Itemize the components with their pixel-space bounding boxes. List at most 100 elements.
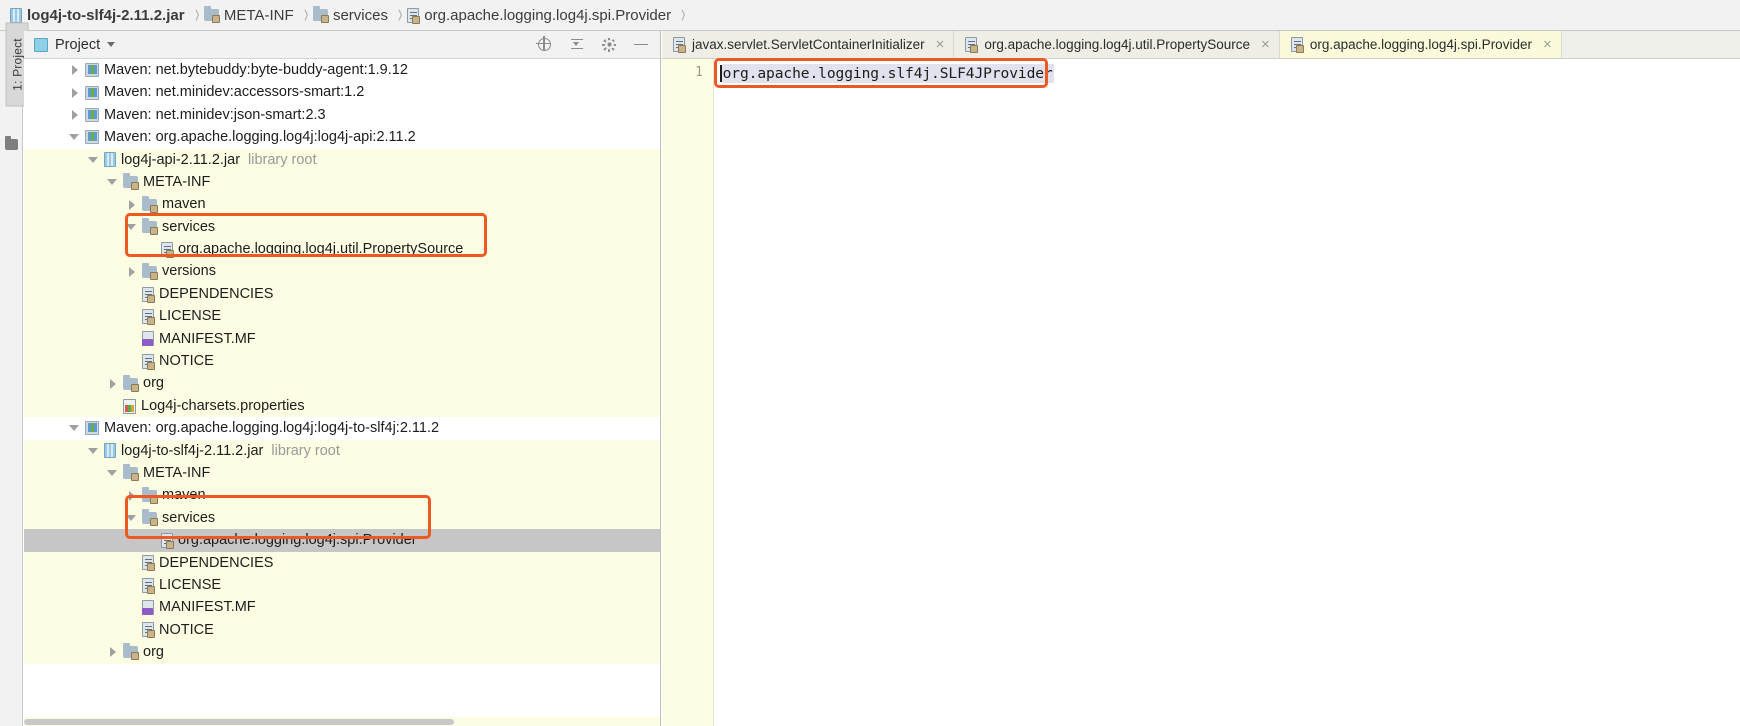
tree-row[interactable]: LICENSE [24, 573, 660, 597]
tree-row[interactable]: maven [24, 484, 660, 507]
tree-row[interactable]: maven [24, 193, 660, 216]
tree-row[interactable]: Log4j-charsets.properties [24, 394, 660, 418]
tree-row[interactable]: META-INF [24, 170, 660, 194]
tree-row[interactable]: org [24, 641, 660, 664]
chevron-right-icon[interactable] [107, 378, 119, 390]
toggle-spacer [126, 355, 138, 367]
folder-icon [142, 262, 158, 280]
tree-row-label: versions [162, 263, 216, 280]
chevron-down-icon[interactable] [88, 445, 100, 457]
tree-row-label: META-INF [143, 173, 211, 190]
chevron-down-icon[interactable] [107, 467, 119, 479]
tree-row-label: Maven: org.apache.logging.log4j:log4j-ap… [104, 129, 416, 146]
tree-row-label: LICENSE [159, 576, 222, 593]
folder-icon [142, 486, 158, 504]
tree-row[interactable]: Maven: net.bytebuddy:byte-buddy-agent:1.… [24, 59, 660, 82]
chevron-right-icon[interactable] [126, 490, 138, 502]
tree-row[interactable]: MANIFEST.MF [24, 596, 660, 619]
maven-icon [85, 63, 99, 78]
tree-row[interactable]: log4j-to-slf4j-2.11.2.jar library root [24, 439, 660, 463]
editor-text-area[interactable]: org.apache.logging.slf4j.SLF4JProvider [714, 59, 1740, 726]
chevron-right-icon[interactable] [107, 646, 119, 658]
tree-row[interactable]: services [24, 215, 660, 239]
tree-row[interactable]: log4j-api-2.11.2.jar library root [24, 148, 660, 171]
minimize-icon[interactable] [632, 36, 650, 54]
close-icon[interactable]: × [936, 37, 945, 52]
tree-row[interactable]: org [24, 372, 660, 395]
editor-tab[interactable]: org.apache.logging.log4j.spi.Provider × [1279, 31, 1562, 58]
code-line-1[interactable]: org.apache.logging.slf4j.SLF4JProvider [720, 63, 1054, 83]
tree-row-label: NOTICE [159, 353, 214, 370]
tree-row-label: LICENSE [159, 308, 222, 325]
code-text[interactable]: org.apache.logging.slf4j.SLF4JProvider [721, 63, 1054, 83]
chevron-down-icon[interactable] [126, 221, 138, 233]
editor-area: javax.servlet.ServletContainerInitialize… [662, 31, 1740, 726]
tree-row[interactable]: Maven: net.minidev:accessors-smart:1.2 [24, 81, 660, 104]
close-icon[interactable]: × [1261, 37, 1270, 52]
scrollbar-thumb[interactable] [24, 719, 454, 725]
chevron-down-icon[interactable] [88, 154, 100, 166]
chevron-down-icon[interactable] [69, 131, 81, 143]
gear-icon[interactable] [600, 36, 618, 54]
breadcrumb-separator: › [194, 0, 200, 30]
tree-horizontal-scrollbar[interactable] [24, 717, 660, 726]
tree-row[interactable]: DEPENDENCIES [24, 282, 660, 306]
scroll-from-source-icon[interactable] [536, 35, 554, 54]
toggle-spacer [126, 288, 138, 300]
editor-tab-bar: javax.servlet.ServletContainerInitialize… [662, 31, 1740, 59]
folder-icon [142, 509, 158, 526]
breadcrumb: log4j-to-slf4j-2.11.2.jar › META-INF › s… [0, 0, 1740, 31]
tree-row-label: log4j-api-2.11.2.jar [121, 151, 241, 168]
chevron-right-icon[interactable] [69, 64, 81, 76]
chevron-down-icon[interactable] [107, 176, 119, 188]
breadcrumb-item-meta-inf[interactable]: META-INF › [203, 0, 313, 31]
breadcrumb-item-provider[interactable]: org.apache.logging.log4j.spi.Provider › [407, 0, 690, 31]
tree-row[interactable]: Maven: org.apache.logging.log4j:log4j-ap… [24, 126, 660, 149]
panel-title: Project [55, 36, 101, 53]
project-folder-icon [5, 136, 18, 150]
tree-row[interactable]: versions [24, 260, 660, 283]
project-tool-window: Project Maven: net.bytebuddy:byte-buddy-… [24, 31, 661, 726]
chevron-right-icon[interactable] [69, 109, 81, 121]
close-icon[interactable]: × [1543, 37, 1552, 52]
editor-tab[interactable]: javax.servlet.ServletContainerInitialize… [662, 31, 955, 58]
tree-row[interactable]: NOTICE [24, 618, 660, 642]
project-tree[interactable]: Maven: net.bytebuddy:byte-buddy-agent:1.… [24, 59, 660, 726]
chevron-right-icon[interactable] [69, 87, 81, 99]
tree-row[interactable]: Maven: org.apache.logging.log4j:log4j-to… [24, 417, 660, 440]
toggle-spacer [145, 534, 157, 546]
tree-row-label: maven [162, 487, 206, 504]
toggle-spacer [126, 333, 138, 345]
editor-tab[interactable]: org.apache.logging.log4j.util.PropertySo… [954, 31, 1280, 58]
maven-icon [85, 107, 99, 122]
tree-row-label: Maven: net.minidev:json-smart:2.3 [104, 106, 326, 123]
line-number: 1 [695, 65, 703, 80]
tree-row-secondary-label: library root [248, 151, 317, 168]
file-icon [142, 286, 155, 303]
tree-row-label: META-INF [143, 464, 211, 481]
tree-row-label: Maven: net.minidev:accessors-smart:1.2 [104, 84, 365, 101]
tree-row[interactable]: org.apache.logging.log4j.util.PropertySo… [24, 238, 660, 261]
tree-row[interactable]: services [24, 506, 660, 530]
tree-row[interactable]: org.apache.logging.log4j.spi.Provider [24, 529, 660, 552]
jar-icon [104, 443, 116, 459]
folder-icon [123, 643, 139, 661]
breadcrumb-item-jar[interactable]: log4j-to-slf4j-2.11.2.jar › [10, 0, 204, 31]
breadcrumb-separator: › [680, 0, 686, 30]
tree-row-label: DEPENDENCIES [159, 285, 274, 302]
chevron-down-icon[interactable] [69, 422, 81, 434]
tree-row[interactable]: NOTICE [24, 350, 660, 373]
chevron-right-icon[interactable] [126, 266, 138, 278]
chevron-down-icon[interactable] [126, 512, 138, 524]
collapse-all-icon[interactable] [568, 36, 586, 54]
chevron-right-icon[interactable] [126, 199, 138, 211]
tree-row[interactable]: Maven: net.minidev:json-smart:2.3 [24, 103, 660, 127]
breadcrumb-separator: › [303, 0, 309, 30]
tree-row[interactable]: LICENSE [24, 305, 660, 328]
tree-row[interactable]: DEPENDENCIES [24, 551, 660, 574]
tree-row[interactable]: MANIFEST.MF [24, 327, 660, 351]
tree-row-label: DEPENDENCIES [159, 554, 274, 571]
tree-row[interactable]: META-INF [24, 462, 660, 485]
chevron-down-icon[interactable] [107, 42, 116, 47]
breadcrumb-item-services[interactable]: services › [312, 0, 407, 31]
